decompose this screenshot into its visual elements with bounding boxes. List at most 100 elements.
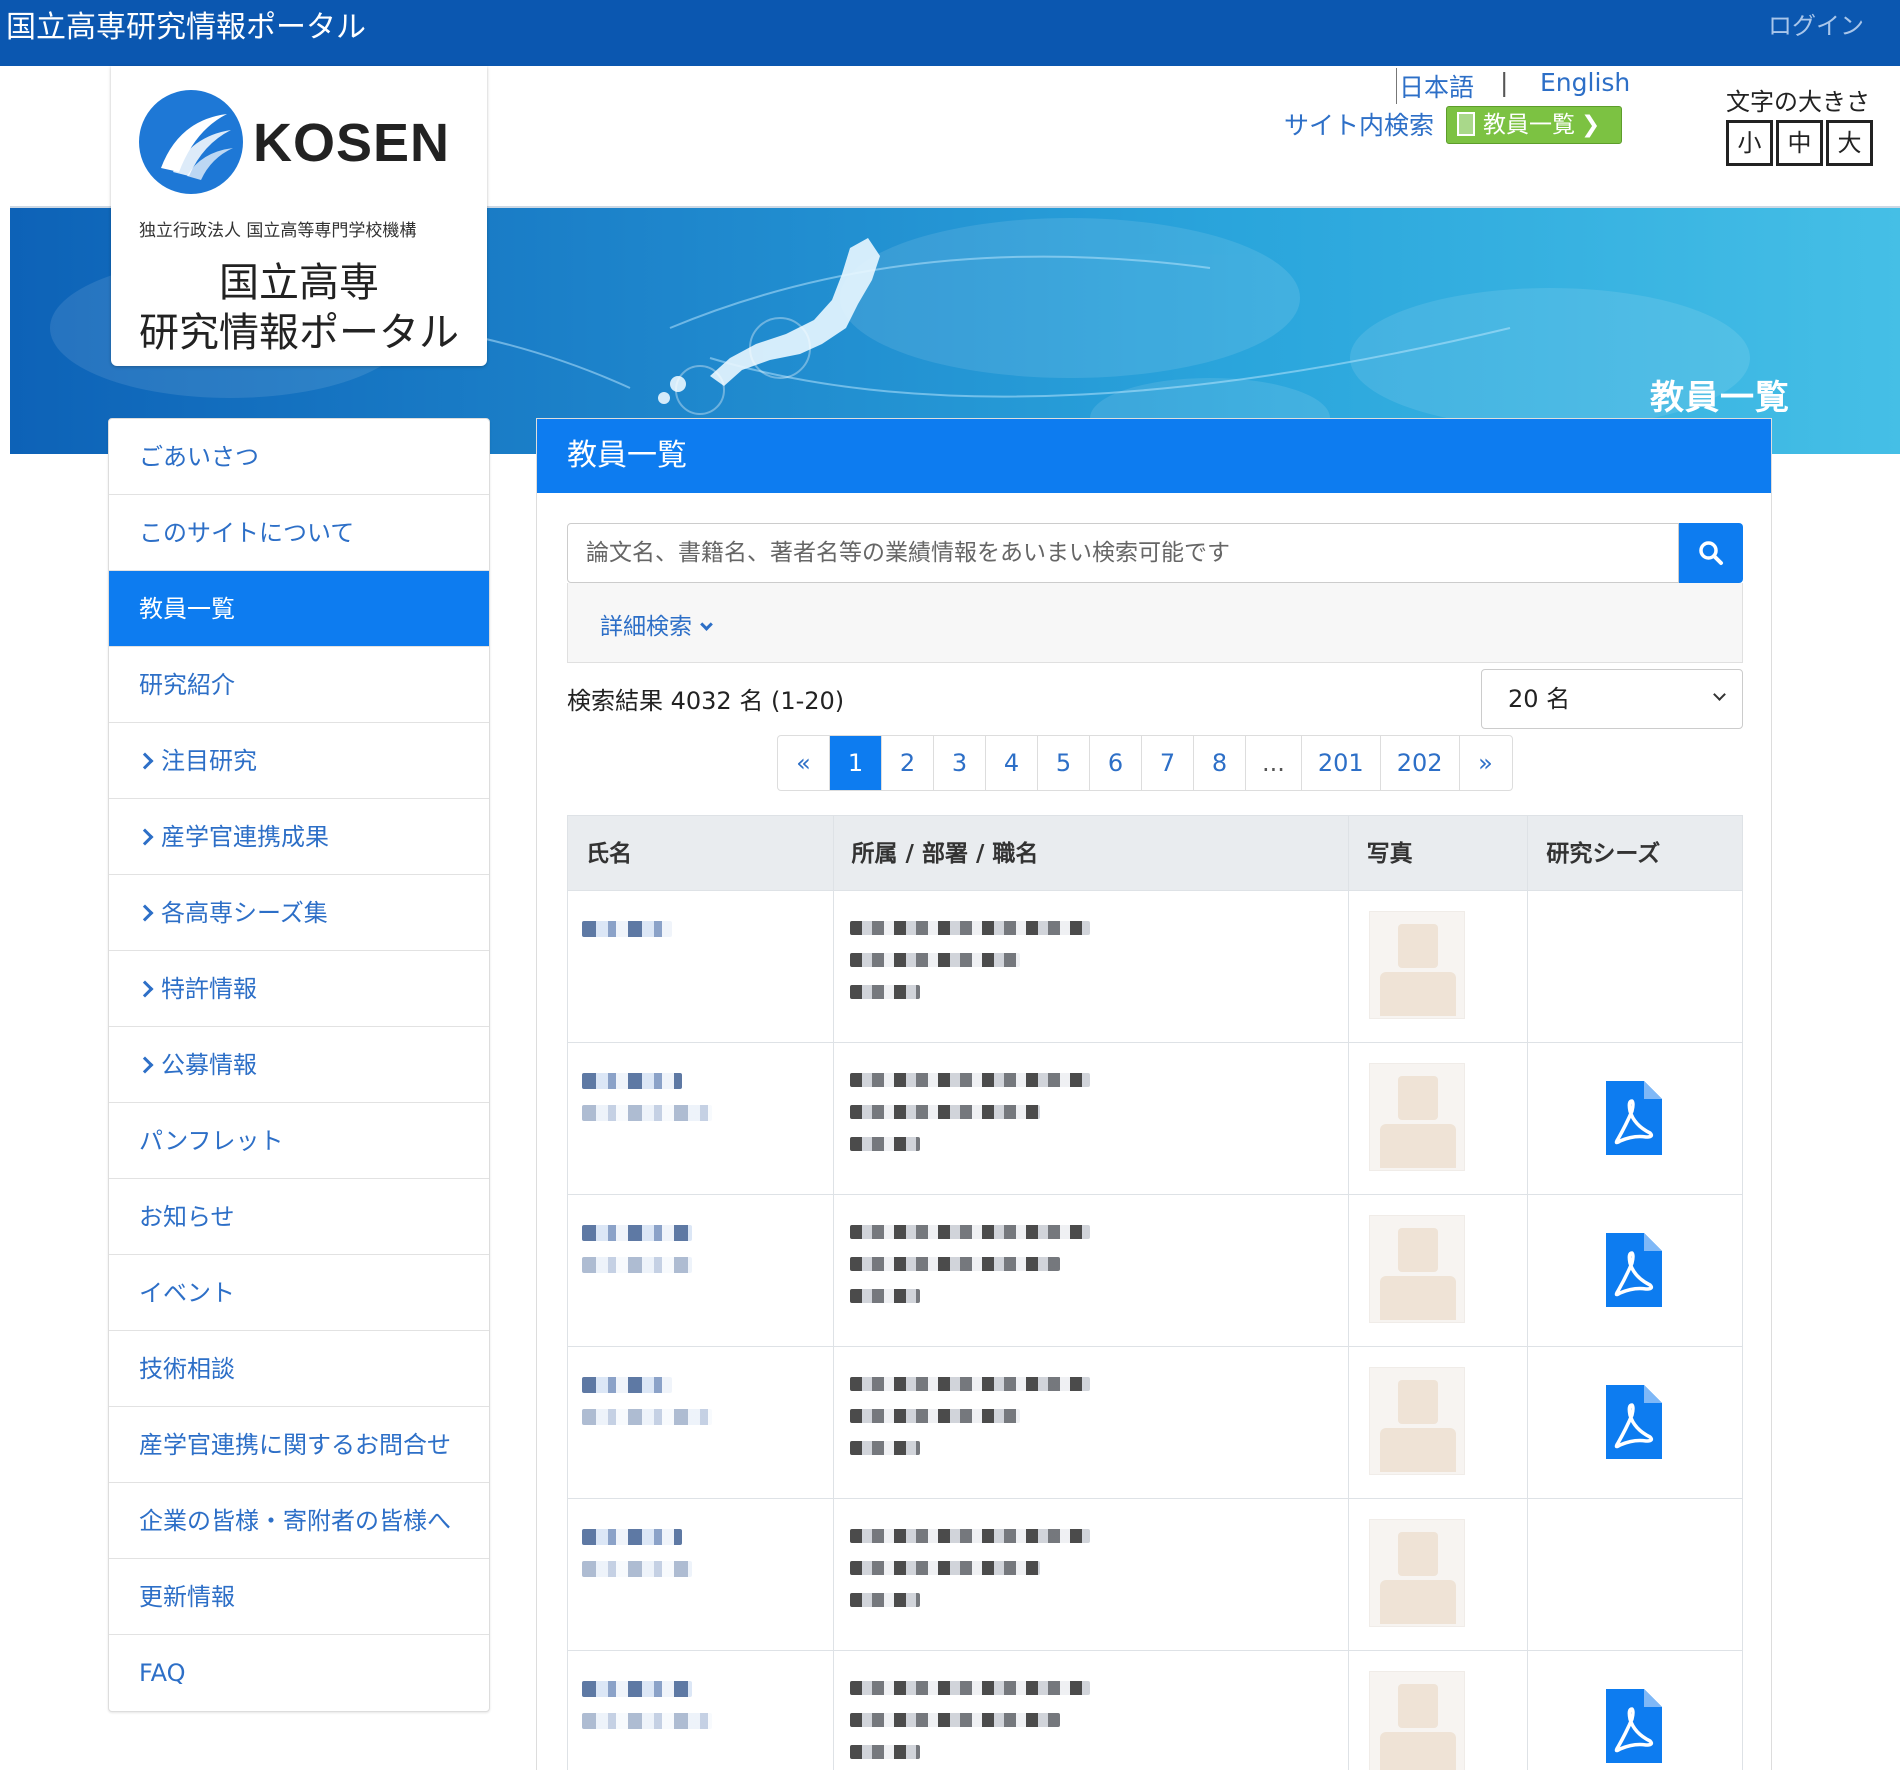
sidebar-item-greeting[interactable]: ごあいさつ <box>109 419 489 495</box>
site-title[interactable]: 国立高専研究情報ポータル <box>6 2 366 46</box>
avatar <box>1368 911 1465 1019</box>
table-row[interactable] <box>567 1347 1743 1499</box>
sidebar-item-events[interactable]: イベント <box>109 1255 489 1331</box>
redacted-name[interactable] <box>582 1377 672 1393</box>
font-size-large-button[interactable]: 大 <box>1826 120 1873 166</box>
redacted-name[interactable] <box>582 1529 682 1545</box>
avatar <box>1368 1063 1465 1171</box>
sidebar-item-label: 更新情報 <box>139 1583 235 1611</box>
avatar-body <box>1379 1732 1456 1770</box>
redacted-name[interactable] <box>582 921 672 937</box>
main-panel: 教員一覧 詳細検索 検索結果 4032 名 (1-20) 20 名 « 1 2 … <box>536 418 1772 1770</box>
faculty-name-cell[interactable] <box>568 1195 834 1346</box>
table-row[interactable] <box>567 1195 1743 1347</box>
pagination-page-4[interactable]: 4 <box>986 736 1038 790</box>
sidebar-item-featured-research[interactable]: 注目研究 <box>109 723 489 799</box>
per-page-value: 20 名 <box>1508 685 1571 713</box>
sidebar-item-for-companies[interactable]: 企業の皆様・寄附者の皆様へ <box>109 1483 489 1559</box>
sidebar-item-label: イベント <box>139 1279 235 1307</box>
redacted-name[interactable] <box>582 1225 692 1241</box>
logo-card[interactable]: KOSEN 独立行政法人 国立高等専門学校機構 国立高専 研究情報ポータル <box>111 66 487 366</box>
organization-name: 独立行政法人 国立高等専門学校機構 <box>139 221 417 241</box>
sidebar-item-label: このサイトについて <box>139 519 355 547</box>
sidebar-item-collaboration-results[interactable]: 産学官連携成果 <box>109 799 489 875</box>
photo-cell <box>1349 1043 1529 1194</box>
site-search-link[interactable]: サイト内検索 <box>1284 106 1434 142</box>
sidebar-item-research-intro[interactable]: 研究紹介 <box>109 647 489 723</box>
font-size-label: 文字の大きさ <box>1726 88 1870 116</box>
redacted-affiliation <box>849 1529 1090 1543</box>
redacted-title <box>849 1289 920 1303</box>
table-row[interactable] <box>567 1043 1743 1195</box>
pdf-icon[interactable] <box>1606 1233 1663 1307</box>
sidebar-item-updates[interactable]: 更新情報 <box>109 1559 489 1635</box>
faculty-list-button[interactable]: 教員一覧 ❯ <box>1446 106 1622 144</box>
sidebar-item-about[interactable]: このサイトについて <box>109 495 489 571</box>
sidebar-item-tech-consultation[interactable]: 技術相談 <box>109 1331 489 1407</box>
photo-cell <box>1349 1499 1529 1650</box>
sidebar-item-faq[interactable]: FAQ <box>109 1635 489 1711</box>
advanced-search-panel: 詳細検索 <box>567 583 1743 663</box>
faculty-name-cell[interactable] <box>568 1043 834 1194</box>
table-row[interactable] <box>567 891 1743 1043</box>
pagination-next[interactable]: » <box>1460 736 1512 790</box>
sidebar-nav: ごあいさつ このサイトについて 教員一覧 研究紹介 注目研究 産学官連携成果 各… <box>108 418 490 1712</box>
pagination-page-202[interactable]: 202 <box>1381 736 1460 790</box>
font-size-small-button[interactable]: 小 <box>1726 120 1773 166</box>
table-row[interactable] <box>567 1499 1743 1651</box>
pdf-icon[interactable] <box>1606 1689 1663 1763</box>
column-header-photo: 写真 <box>1349 816 1529 890</box>
chevron-down-icon <box>1713 688 1726 701</box>
login-link[interactable]: ログイン <box>1768 6 1864 41</box>
sidebar-item-label: 各高専シーズ集 <box>161 899 328 927</box>
column-header-seeds: 研究シーズ <box>1546 841 1661 867</box>
faculty-name-cell[interactable] <box>568 1651 834 1770</box>
table-row[interactable] <box>567 1651 1743 1770</box>
seeds-cell <box>1528 1043 1742 1194</box>
search-button[interactable] <box>1679 523 1743 583</box>
banner-title: 教員一覧 <box>1650 378 1790 418</box>
sidebar-item-news[interactable]: お知らせ <box>109 1179 489 1255</box>
sidebar-item-recruitment[interactable]: 公募情報 <box>109 1027 489 1103</box>
sidebar-item-patents[interactable]: 特許情報 <box>109 951 489 1027</box>
faculty-name-cell[interactable] <box>568 1499 834 1650</box>
pagination-page-5[interactable]: 5 <box>1038 736 1090 790</box>
lang-english-link[interactable]: English <box>1540 68 1630 97</box>
sidebar-item-pamphlet[interactable]: パンフレット <box>109 1103 489 1179</box>
sidebar-item-faculty-list[interactable]: 教員一覧 <box>109 571 489 647</box>
search-input[interactable] <box>567 523 1679 583</box>
chevron-right-icon <box>136 752 154 770</box>
pagination-page-8[interactable]: 8 <box>1194 736 1246 790</box>
top-bar: 国立高専研究情報ポータル ログイン <box>0 0 1900 66</box>
pagination-page-201[interactable]: 201 <box>1302 736 1381 790</box>
lang-japanese-link[interactable]: 日本語 <box>1396 68 1474 104</box>
affiliation-cell <box>834 1499 1349 1650</box>
pagination-page-1[interactable]: 1 <box>830 736 882 790</box>
avatar-body <box>1379 1428 1456 1472</box>
redacted-name[interactable] <box>582 1073 682 1089</box>
sidebar-item-seeds-collection[interactable]: 各高専シーズ集 <box>109 875 489 951</box>
faculty-name-cell[interactable] <box>568 891 834 1042</box>
affiliation-cell <box>834 1043 1349 1194</box>
pdf-icon[interactable] <box>1606 1081 1663 1155</box>
sidebar-item-collaboration-inquiry[interactable]: 産学官連携に関するお問合せ <box>109 1407 489 1483</box>
sidebar-item-label: お知らせ <box>139 1203 235 1231</box>
pagination-prev[interactable]: « <box>778 736 830 790</box>
redacted-department <box>849 1409 1020 1423</box>
redacted-name[interactable] <box>582 1681 692 1697</box>
advanced-search-toggle[interactable]: 詳細検索 <box>600 607 713 641</box>
pagination-page-3[interactable]: 3 <box>934 736 986 790</box>
font-size-medium-button[interactable]: 中 <box>1776 120 1823 166</box>
redacted-title <box>849 1137 920 1151</box>
per-page-select[interactable]: 20 名 <box>1481 669 1743 729</box>
pdf-icon[interactable] <box>1606 1385 1663 1459</box>
pagination-page-2[interactable]: 2 <box>882 736 934 790</box>
result-count: 検索結果 4032 名 (1-20) <box>567 687 845 715</box>
chevron-down-icon <box>700 618 713 631</box>
pagination-page-6[interactable]: 6 <box>1090 736 1142 790</box>
sidebar-item-label: 注目研究 <box>161 747 257 775</box>
pagination-ellipsis: ... <box>1246 736 1302 790</box>
pagination-page-7[interactable]: 7 <box>1142 736 1194 790</box>
faculty-name-cell[interactable] <box>568 1347 834 1498</box>
search-bar <box>567 523 1743 583</box>
